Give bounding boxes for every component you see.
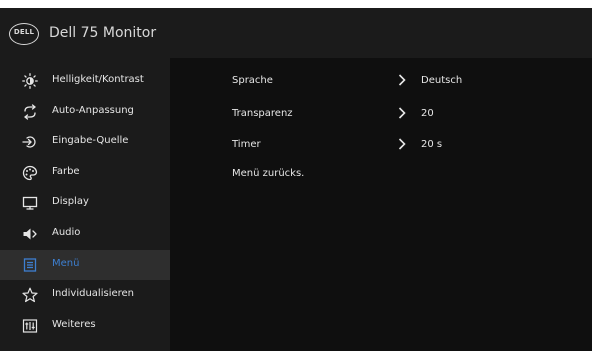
sidebar-item-label: Helligkeit/Kontrast bbox=[52, 74, 144, 85]
sidebar-item-color[interactable]: Farbe bbox=[0, 158, 170, 189]
sidebar-item-personalize[interactable]: Individualisieren bbox=[0, 280, 170, 311]
setting-label: Menü zurücks. bbox=[232, 168, 305, 179]
chevron-right-icon bbox=[398, 107, 406, 119]
speaker-icon bbox=[23, 228, 37, 240]
auto-adjust-icon bbox=[24, 103, 36, 120]
setting-value: Deutsch bbox=[421, 75, 463, 86]
sidebar-item-label: Menü bbox=[52, 257, 80, 269]
menu-settings-panel: Sprache Deutsch Transparenz 20 Timer 20 … bbox=[170, 58, 592, 351]
color-palette-icon bbox=[22, 165, 38, 180]
chevron-right-icon bbox=[398, 138, 406, 150]
monitor-osd: DELL Dell 75 Monitor Helligkeit/Kontrast bbox=[0, 8, 592, 351]
star-icon bbox=[22, 287, 38, 303]
sidebar-item-label: Audio bbox=[52, 226, 81, 238]
dell-logo: DELL bbox=[9, 23, 39, 45]
setting-label: Transparenz bbox=[232, 108, 293, 119]
sidebar-item-brightness-contrast[interactable]: Helligkeit/Kontrast bbox=[0, 66, 170, 97]
display-icon bbox=[22, 197, 38, 211]
input-source-icon bbox=[22, 136, 36, 148]
sidebar-item-label: Eingabe-Quelle bbox=[52, 135, 129, 147]
sidebar-item-input-source[interactable]: Eingabe-Quelle bbox=[0, 127, 170, 158]
chevron-right-icon bbox=[398, 74, 406, 86]
sidebar-item-label: Weiteres bbox=[52, 318, 96, 330]
setting-value: 20 bbox=[421, 108, 434, 119]
sidebar-item-audio[interactable]: Audio bbox=[0, 219, 170, 250]
setting-label: Timer bbox=[232, 139, 261, 150]
setting-value: 20 s bbox=[421, 139, 443, 150]
menu-icon bbox=[23, 257, 37, 272]
sidebar-item-others[interactable]: Weiteres bbox=[0, 311, 170, 342]
others-icon bbox=[22, 319, 38, 333]
brightness-icon bbox=[22, 73, 38, 89]
sidebar-item-auto-adjust[interactable]: Auto-Anpassung bbox=[0, 97, 170, 128]
sidebar-item-label: Farbe bbox=[52, 165, 80, 177]
setting-label: Sprache bbox=[232, 75, 273, 86]
sidebar-item-label: Individualisieren bbox=[52, 288, 135, 300]
osd-header: DELL Dell 75 Monitor bbox=[0, 8, 592, 58]
sidebar-item-display[interactable]: Display bbox=[0, 188, 170, 219]
sidebar: Helligkeit/Kontrast Auto-Anpassung Einga… bbox=[0, 58, 170, 351]
page-title: Dell 75 Monitor bbox=[49, 25, 157, 41]
sidebar-item-menu[interactable]: Menü bbox=[0, 249, 170, 281]
sidebar-item-label: Auto-Anpassung bbox=[52, 104, 134, 116]
sidebar-item-label: Display bbox=[52, 196, 89, 208]
